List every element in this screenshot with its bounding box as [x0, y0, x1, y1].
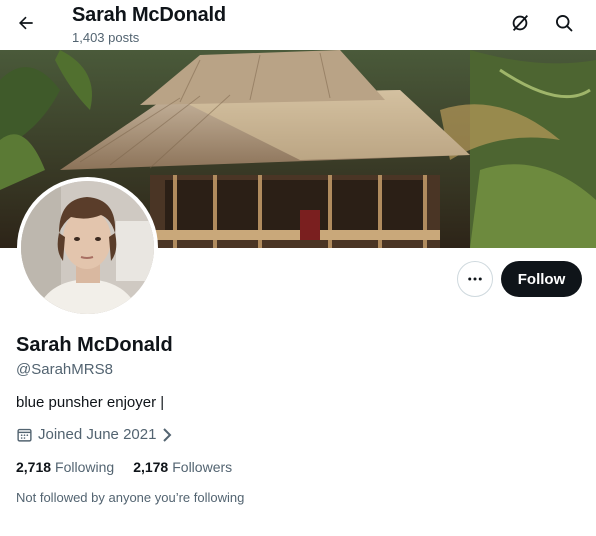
header-profile-name: Sarah McDonald [72, 4, 226, 26]
avatar-image [21, 181, 154, 314]
joined-text: Joined June 2021 [38, 426, 157, 443]
followers-count: 2,178 [133, 459, 169, 475]
followers-link[interactable]: 2,178 Followers [133, 459, 232, 475]
calendar-icon [17, 428, 32, 442]
chevron-right-icon [163, 427, 172, 442]
more-dots-icon [468, 277, 482, 281]
grok-icon [512, 15, 529, 31]
following-count: 2,718 [16, 459, 52, 475]
profile-display-name: Sarah McDonald [16, 334, 173, 356]
profile-bio: blue punsher enjoyer | [16, 394, 165, 411]
back-button[interactable] [10, 7, 42, 39]
profile-avatar[interactable] [17, 177, 158, 318]
top-bar: Sarah McDonald 1,403 posts [0, 0, 596, 50]
mutual-followers-note: Not followed by anyone you’re following [16, 490, 245, 505]
follow-button[interactable]: Follow [501, 261, 582, 297]
more-options-button[interactable] [457, 261, 493, 297]
arrow-left-icon [19, 16, 33, 30]
following-label: Following [55, 459, 115, 475]
joined-date[interactable]: Joined June 2021 [16, 426, 173, 443]
search-button[interactable] [549, 8, 579, 38]
follow-stats: 2,718 Following 2,178 Followers [16, 459, 232, 475]
grok-button[interactable] [505, 8, 535, 38]
following-link[interactable]: 2,718 Following [16, 459, 114, 475]
search-icon [556, 15, 573, 32]
followers-label: Followers [172, 459, 233, 475]
profile-handle: @SarahMRS8 [16, 361, 113, 378]
header-post-count: 1,403 posts [72, 30, 140, 45]
